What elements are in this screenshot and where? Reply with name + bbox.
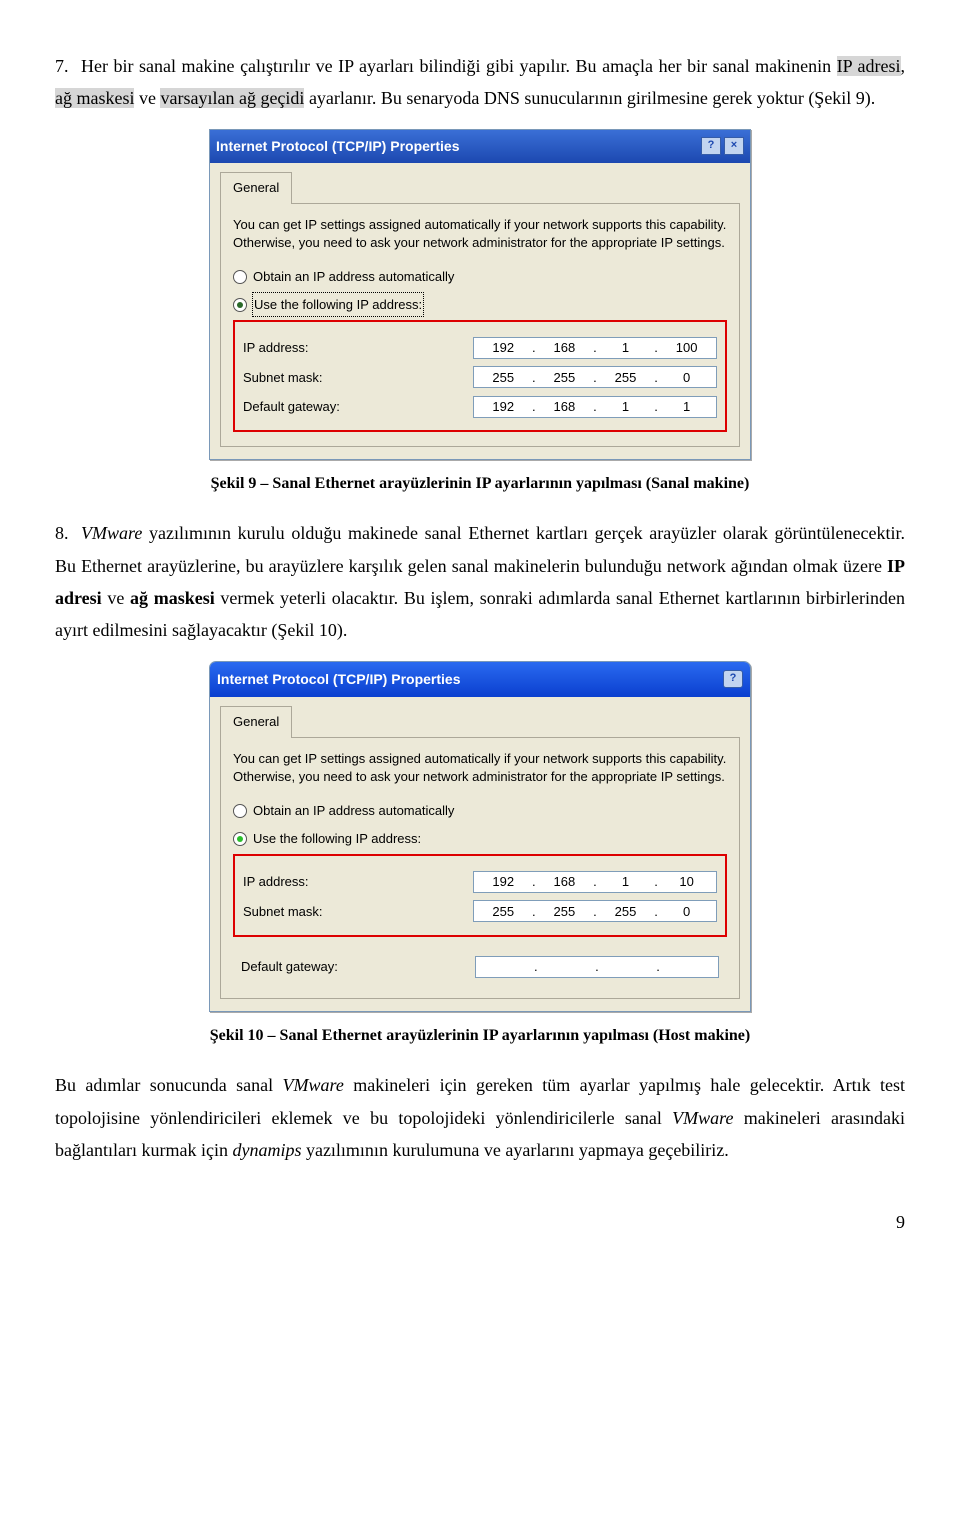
radio-icon — [233, 832, 247, 846]
subnet-mask-input[interactable]: 255. 255. 255. 0 — [473, 366, 717, 388]
help-button[interactable]: ? — [723, 670, 743, 688]
italic-dynamips: dynamips — [232, 1140, 301, 1160]
ip-settings-group: IP address: 192. 168. 1. 10 Subnet mask:… — [233, 854, 727, 937]
label-default-gateway: Default gateway: — [241, 955, 411, 978]
radio-label: Use the following IP address: — [253, 293, 423, 316]
octet[interactable]: 255 — [607, 366, 645, 389]
tcpip-properties-dialog-vm: Internet Protocol (TCP/IP) Properties ? … — [209, 129, 751, 461]
octet[interactable]: 100 — [668, 336, 706, 359]
tab-general[interactable]: General — [220, 706, 292, 738]
octet[interactable]: 255 — [484, 366, 522, 389]
octet[interactable]: 1 — [607, 336, 645, 359]
label-ip-address: IP address: — [243, 870, 413, 893]
tab-panel: You can get IP settings assigned automat… — [220, 203, 740, 447]
ip-address-input[interactable]: 192. 168. 1. 100 — [473, 337, 717, 359]
italic-vmware: VMware — [672, 1108, 733, 1128]
octet[interactable]: 10 — [668, 870, 706, 893]
text: Bu adımlar sonucunda sanal — [55, 1075, 283, 1095]
octet[interactable]: 255 — [607, 900, 645, 923]
figure-caption-9: Şekil 9 – Sanal Ethernet arayüzlerinin I… — [55, 470, 905, 499]
octet[interactable]: 0 — [668, 366, 706, 389]
list-number: 7. — [55, 50, 81, 82]
radio-obtain-auto[interactable]: Obtain an IP address automatically — [233, 265, 727, 288]
octet[interactable]: 168 — [545, 870, 583, 893]
radio-label: Use the following IP address: — [253, 827, 421, 850]
tab-panel: You can get IP settings assigned automat… — [220, 737, 740, 999]
ip-address-input[interactable]: 192. 168. 1. 10 — [473, 871, 717, 893]
close-button[interactable]: × — [724, 137, 744, 155]
highlight-subnet-mask: ağ maskesi — [55, 88, 134, 108]
default-gateway-input[interactable]: 192. 168. 1. 1 — [473, 396, 717, 418]
text: Her bir sanal makine çalıştırılır ve IP … — [81, 56, 837, 76]
highlight-ip-address: IP adresi — [837, 56, 901, 76]
octet[interactable]: 1 — [607, 395, 645, 418]
tcpip-properties-dialog-host: Internet Protocol (TCP/IP) Properties ? … — [209, 661, 751, 1013]
radio-use-following[interactable]: Use the following IP address: — [233, 827, 727, 850]
italic-vmware: VMware — [283, 1075, 344, 1095]
ip-settings-group: IP address: 192. 168. 1. 100 Subnet mask… — [233, 320, 727, 432]
label-ip-address: IP address: — [243, 336, 413, 359]
octet[interactable]: 192 — [484, 336, 522, 359]
label-default-gateway: Default gateway: — [243, 395, 413, 418]
radio-use-following[interactable]: Use the following IP address: — [233, 293, 727, 316]
octet[interactable]: 255 — [484, 900, 522, 923]
text: yazılımının kurulu olduğu makinede sanal… — [55, 523, 905, 575]
list-item-7: 7.Her bir sanal makine çalıştırılır ve I… — [55, 50, 905, 115]
window-title: Internet Protocol (TCP/IP) Properties — [217, 667, 460, 692]
radio-label: Obtain an IP address automatically — [253, 265, 454, 288]
titlebar[interactable]: Internet Protocol (TCP/IP) Properties ? … — [210, 662, 750, 697]
dialog-description: You can get IP settings assigned automat… — [233, 216, 727, 251]
tab-general[interactable]: General — [220, 172, 292, 204]
text: yazılımının kurulumuna ve ayarlarını yap… — [301, 1140, 728, 1160]
octet[interactable]: 255 — [545, 366, 583, 389]
page-number: 9 — [55, 1206, 905, 1238]
octet[interactable]: 192 — [484, 870, 522, 893]
octet[interactable]: 168 — [545, 395, 583, 418]
text: , — [901, 56, 906, 76]
titlebar[interactable]: Internet Protocol (TCP/IP) Properties ? … — [210, 130, 750, 163]
list-number: 8. — [55, 517, 81, 549]
closing-paragraph: Bu adımlar sonucunda sanal VMware makine… — [55, 1069, 905, 1166]
text: ve — [102, 588, 130, 608]
dialog-description: You can get IP settings assigned automat… — [233, 750, 727, 785]
text: ve — [134, 88, 160, 108]
label-subnet-mask: Subnet mask: — [243, 900, 413, 923]
octet[interactable]: 168 — [545, 336, 583, 359]
octet[interactable]: 0 — [668, 900, 706, 923]
octet[interactable]: 1 — [607, 870, 645, 893]
figure-caption-10: Şekil 10 – Sanal Ethernet arayüzlerinin … — [55, 1022, 905, 1051]
text: ayarlanır. Bu senaryoda DNS sunucularını… — [304, 88, 875, 108]
help-button[interactable]: ? — [701, 137, 721, 155]
italic-vmware: VMware — [81, 523, 142, 543]
radio-icon — [233, 270, 247, 284]
octet[interactable]: 1 — [668, 395, 706, 418]
radio-obtain-auto[interactable]: Obtain an IP address automatically — [233, 799, 727, 822]
radio-icon — [233, 298, 247, 312]
list-item-8: 8.VMware yazılımının kurulu olduğu makin… — [55, 517, 905, 647]
octet[interactable]: 255 — [545, 900, 583, 923]
window-title: Internet Protocol (TCP/IP) Properties — [216, 134, 459, 159]
bold-subnet-mask: ağ maskesi — [130, 588, 215, 608]
highlight-default-gateway: varsayılan ağ geçidi — [160, 88, 304, 108]
gateway-row: Default gateway: . . . — [233, 941, 727, 978]
octet[interactable]: 192 — [484, 395, 522, 418]
label-subnet-mask: Subnet mask: — [243, 366, 413, 389]
subnet-mask-input[interactable]: 255. 255. 255. 0 — [473, 900, 717, 922]
default-gateway-input[interactable]: . . . — [475, 956, 719, 978]
radio-icon — [233, 804, 247, 818]
radio-label: Obtain an IP address automatically — [253, 799, 454, 822]
